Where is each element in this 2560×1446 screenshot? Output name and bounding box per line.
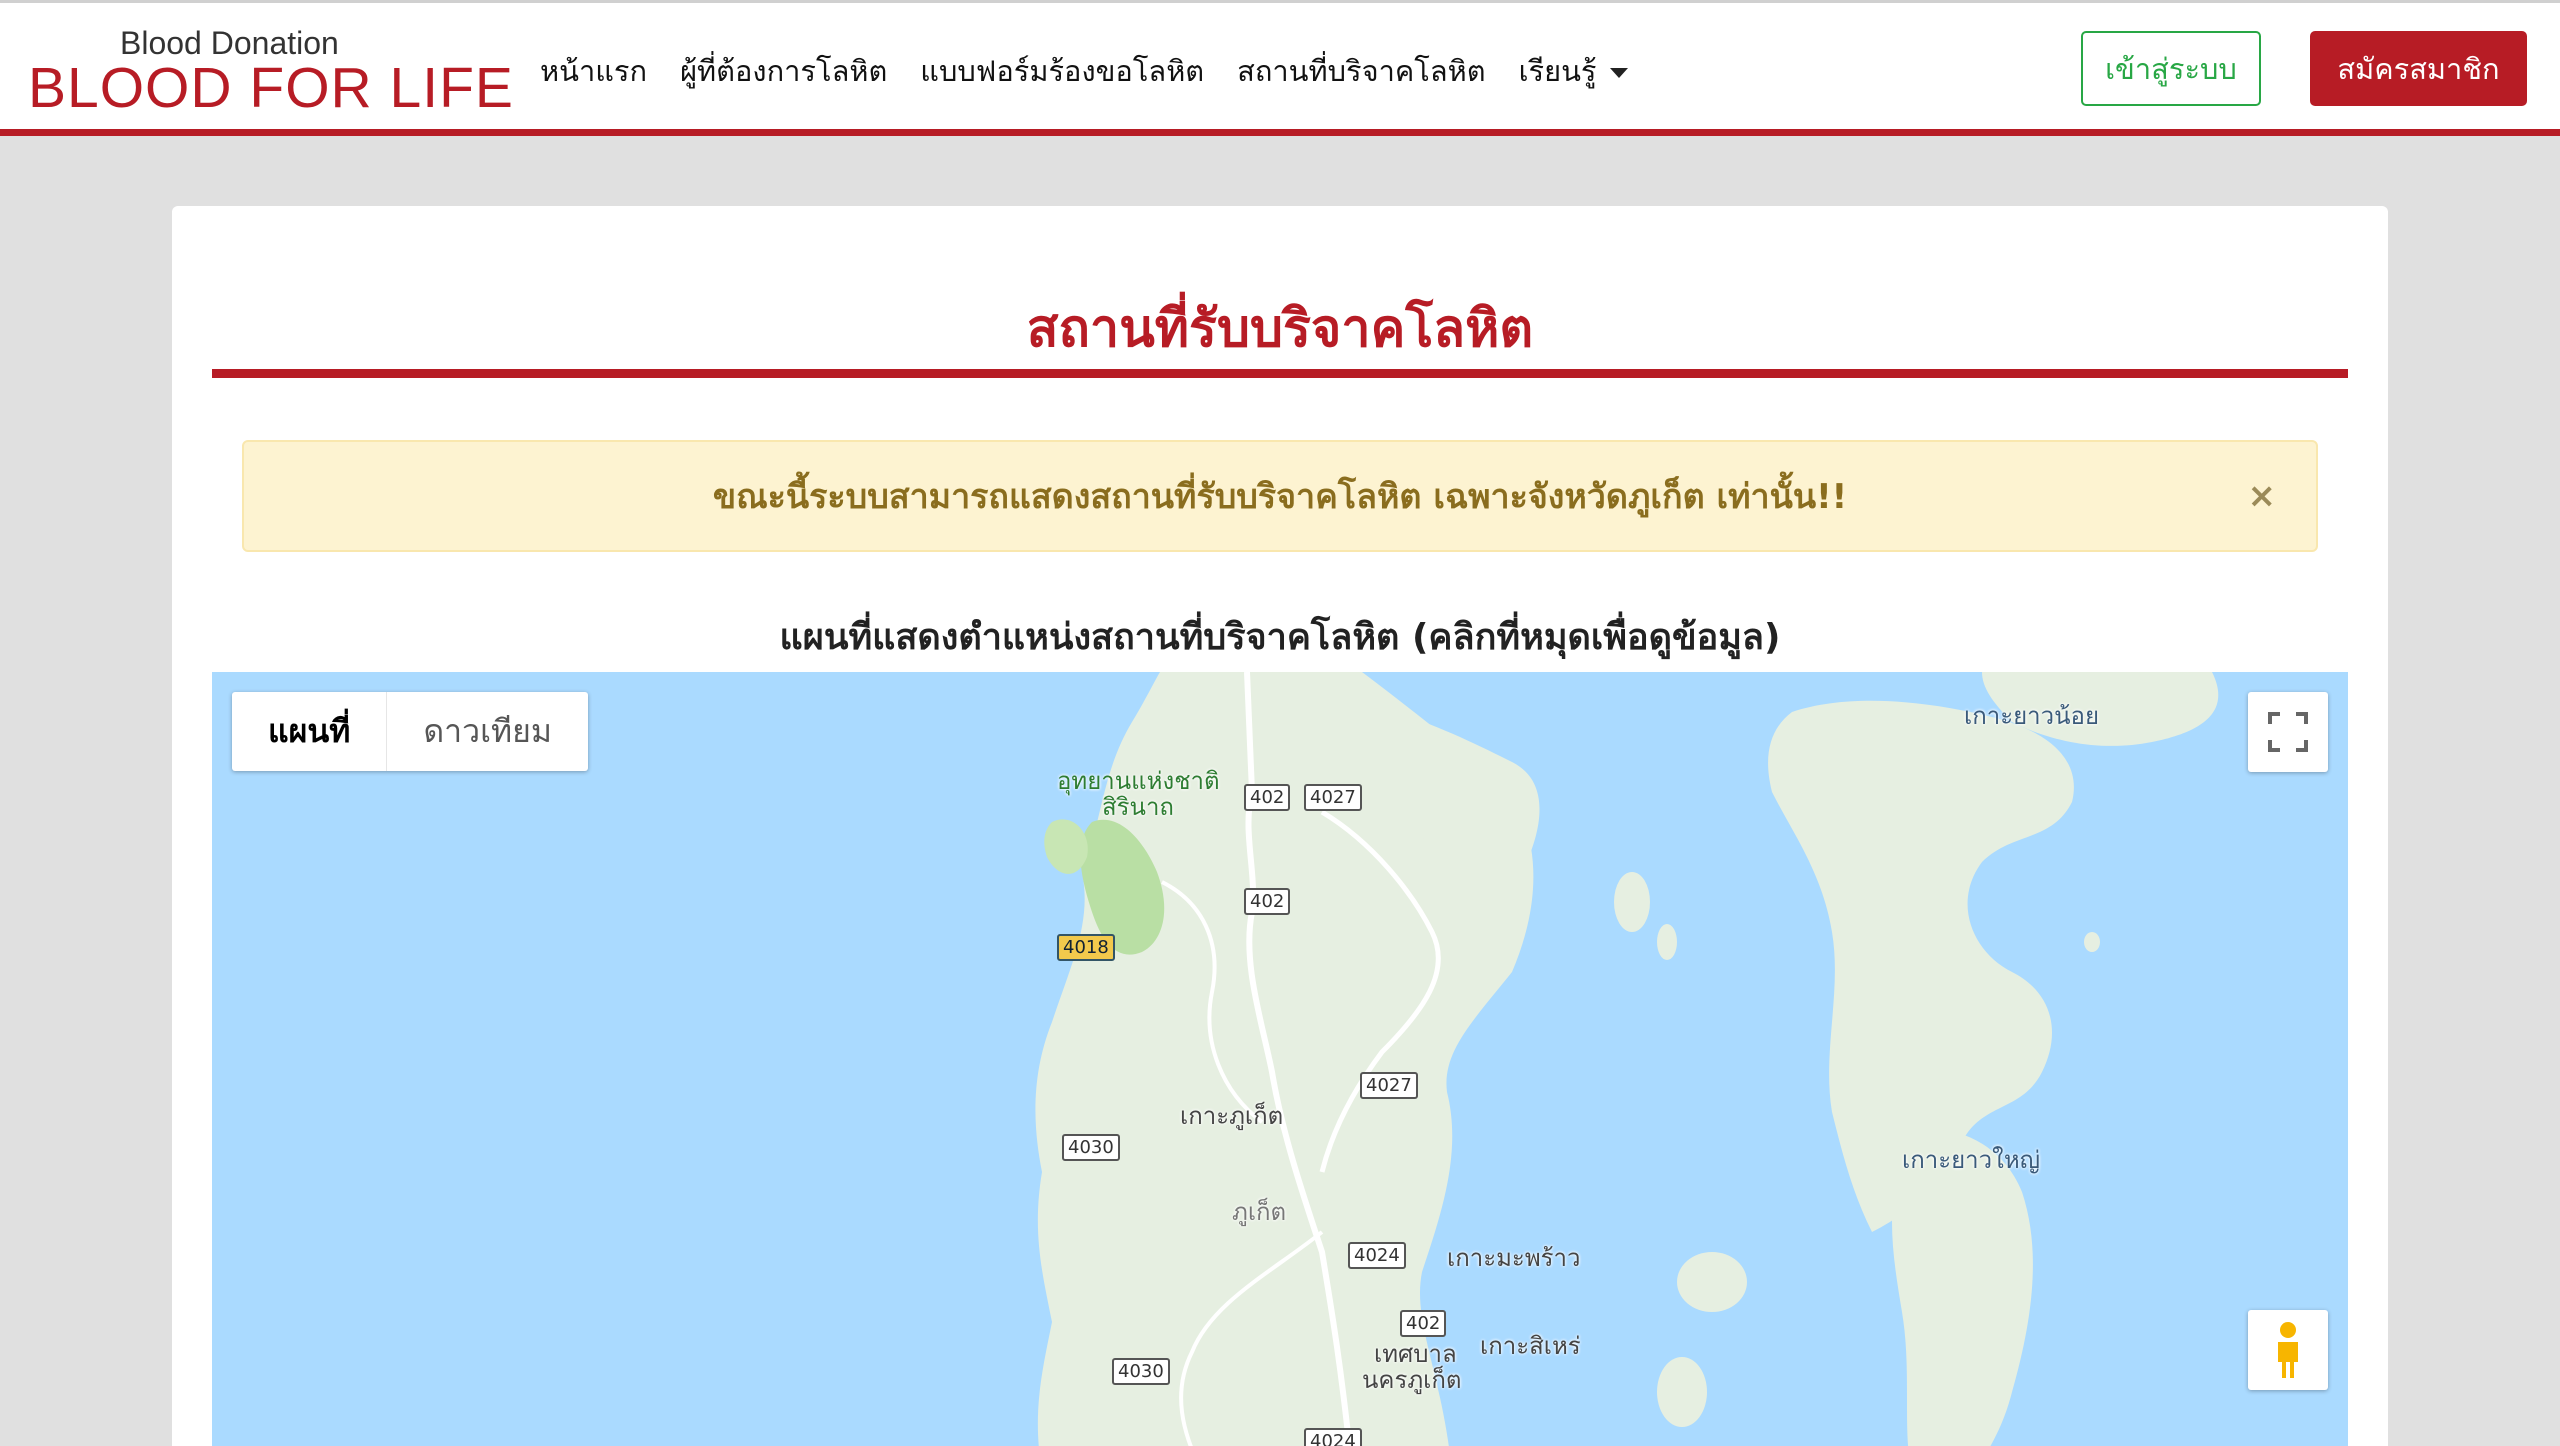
road-shield: 4018 [1057, 934, 1115, 961]
nav-item-blood-seekers[interactable]: ผู้ที่ต้องการโลหิต [680, 48, 887, 94]
park-patch [1044, 819, 1088, 874]
content-card: สถานที่รับบริจาคโลหิต ขณะนี้ระบบสามารถแส… [172, 206, 2388, 1446]
register-button[interactable]: สมัครสมาชิก [2310, 31, 2527, 106]
map-label-phuket: ภูเก็ต [1232, 1198, 1287, 1226]
road-shield: 4024 [1348, 1242, 1406, 1269]
map-label-koh-sire: เกาะสิเหร่ [1480, 1332, 1581, 1360]
map-type-satellite-button[interactable]: ดาวเทียม [387, 692, 588, 771]
map-label-park-line2: สิรินาถ [1102, 793, 1174, 821]
warning-alert: ขณะนี้ระบบสามารถแสดงสถานที่รับบริจาคโลหิ… [242, 440, 2318, 552]
page-title: สถานที่รับบริจาคโลหิต [1026, 299, 1534, 359]
road-shield: 4027 [1304, 784, 1362, 811]
small-island [1614, 872, 1650, 932]
main-nav: หน้าแรก ผู้ที่ต้องการโลหิต แบบฟอร์มร้องข… [540, 49, 1661, 93]
road-shield: 4030 [1112, 1358, 1170, 1385]
small-island [1657, 924, 1677, 960]
road-shield: 402 [1244, 784, 1291, 811]
map-type-control: แผนที่ ดาวเทียม [232, 692, 588, 771]
street-view-button[interactable] [2248, 1310, 2328, 1390]
map-type-map-button[interactable]: แผนที่ [232, 692, 388, 771]
alert-close-button[interactable]: × [2248, 476, 2277, 516]
map-label-koh-yao-yai: เกาะยาวใหญ่ [1902, 1146, 2041, 1174]
brand-logo[interactable]: Blood Donation BLOOD FOR LIFE [28, 21, 513, 120]
map-label-koh-yao-noi: เกาะยาวน้อย [1964, 702, 2099, 730]
road-shield: 402 [1244, 888, 1291, 915]
fullscreen-button[interactable] [2248, 692, 2328, 772]
fullscreen-icon [2268, 712, 2308, 752]
map-caption: แผนที่แสดงตำแหน่งสถานที่บริจาคโลหิต (คลิ… [779, 617, 1781, 658]
nav-item-home[interactable]: หน้าแรก [540, 48, 647, 94]
small-island [2084, 932, 2100, 952]
small-island [1677, 1252, 1747, 1312]
nav-item-blood-request-form[interactable]: แบบฟอร์มร้องขอโลหิต [920, 48, 1204, 94]
map-label-park-line1: อุทยานแห่งชาติ [1057, 767, 1220, 795]
map-label-koh-maphrao: เกาะมะพร้าว [1447, 1244, 1581, 1272]
login-button[interactable]: เข้าสู่ระบบ [2081, 31, 2261, 106]
map-label-koh-phuket: เกาะภูเก็ต [1180, 1102, 1284, 1130]
road-shield: 4030 [1062, 1134, 1120, 1161]
map-label-municipality-line2: นครภูเก็ต [1362, 1366, 1462, 1394]
nav-item-learn-label: เรียนรู้ [1518, 54, 1597, 88]
navbar: Blood Donation BLOOD FOR LIFE หน้าแรก ผู… [0, 0, 2560, 136]
small-island [1657, 1357, 1707, 1427]
map-container[interactable]: เกาะยาวน้อย อุทยานแห่งชาติ สิรินาถ เกาะภ… [212, 672, 2348, 1446]
road-shield: 4024 [1304, 1428, 1362, 1446]
nav-item-donation-locations[interactable]: สถานที่บริจาคโลหิต [1237, 48, 1485, 94]
alert-message: ขณะนี้ระบบสามารถแสดงสถานที่รับบริจาคโลหิ… [712, 477, 1848, 517]
road-shield: 4027 [1360, 1072, 1418, 1099]
pegman-icon [2278, 1322, 2298, 1378]
brand-name: BLOOD FOR LIFE [28, 56, 514, 120]
title-divider [212, 369, 2348, 378]
nav-item-learn-dropdown[interactable]: เรียนรู้ [1519, 48, 1629, 94]
chevron-down-icon [1610, 68, 1629, 78]
road-shield: 402 [1400, 1310, 1447, 1337]
